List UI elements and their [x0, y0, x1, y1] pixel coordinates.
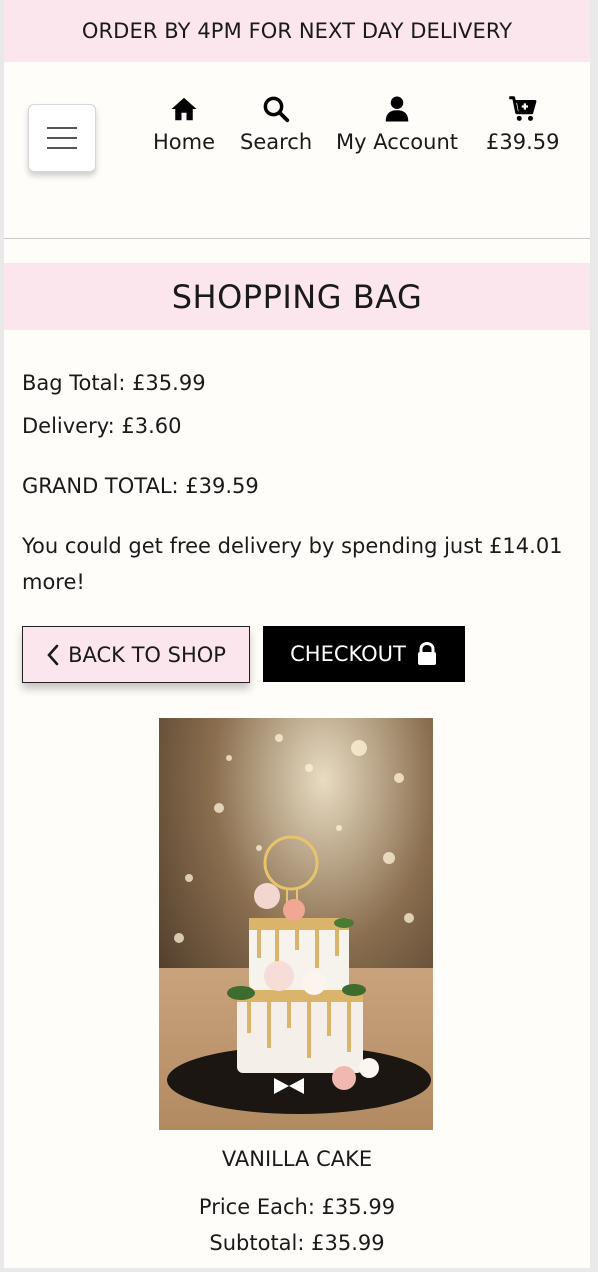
menu-button[interactable]: [28, 104, 96, 172]
checkout-label: CHECKOUT: [290, 642, 406, 666]
nav-home-label: Home: [153, 130, 216, 154]
banner-text: ORDER BY 4PM FOR NEXT DAY DELIVERY: [81, 19, 513, 43]
product-price-each: Price Each: £35.99: [198, 1195, 396, 1219]
bag-total: Bag Total: £35.99: [22, 371, 206, 395]
back-to-shop-button[interactable]: BACK TO SHOP: [22, 626, 250, 683]
checkout-button[interactable]: CHECKOUT: [263, 626, 465, 682]
delivery-banner: ORDER BY 4PM FOR NEXT DAY DELIVERY: [4, 0, 590, 62]
page: ORDER BY 4PM FOR NEXT DAY DELIVERY Home …: [4, 0, 590, 1268]
nav-cart[interactable]: £39.59: [486, 94, 559, 154]
product-name: VANILLA CAKE: [221, 1147, 373, 1171]
cart-plus-icon: [508, 96, 537, 121]
page-title-text: SHOPPING BAG: [171, 277, 423, 316]
page-title: SHOPPING BAG: [4, 263, 590, 330]
user-icon: [385, 96, 409, 122]
nav-account-label: My Account: [336, 130, 459, 154]
product-subtotal: Subtotal: £35.99: [209, 1231, 385, 1255]
nav-home[interactable]: Home: [153, 94, 215, 154]
nav-cart-total: £39.59: [486, 130, 560, 154]
home-icon: [171, 97, 197, 121]
search-icon: [263, 96, 290, 123]
grand-total: GRAND TOTAL: £39.59: [22, 474, 259, 498]
chevron-left-icon: [47, 644, 59, 665]
nav-search-label: Search: [240, 130, 313, 154]
hamburger-line: [47, 127, 77, 129]
lock-icon: [417, 642, 436, 665]
delivery-cost: Delivery: £3.60: [22, 414, 182, 438]
product-image[interactable]: [159, 718, 433, 1130]
nav-search[interactable]: Search: [240, 94, 312, 154]
free-delivery-message-line2: more!: [22, 570, 85, 594]
hamburger-line: [47, 147, 77, 149]
main-nav: Home Search My Account £39.59: [4, 62, 590, 239]
back-to-shop-label: BACK TO SHOP: [68, 642, 226, 667]
nav-account[interactable]: My Account: [336, 94, 458, 154]
hamburger-line: [47, 137, 77, 139]
free-delivery-message-line1: You could get free delivery by spending …: [22, 534, 563, 558]
